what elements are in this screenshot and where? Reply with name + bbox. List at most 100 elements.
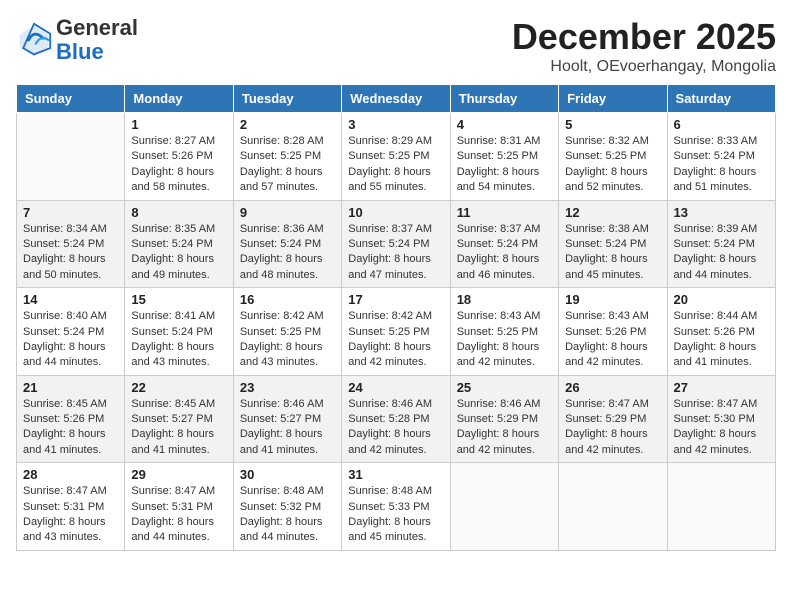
day-number: 25 bbox=[457, 380, 552, 395]
subtitle: Hoolt, OEvoerhangay, Mongolia bbox=[512, 58, 776, 76]
calendar-cell bbox=[450, 463, 558, 551]
calendar-cell: 16 Sunrise: 8:42 AM Sunset: 5:25 PM Dayli… bbox=[233, 288, 341, 376]
page-header: General Blue December 2025 Hoolt, OEvoer… bbox=[16, 16, 776, 76]
day-info: Sunrise: 8:45 AM Sunset: 5:27 PM Dayligh… bbox=[131, 397, 226, 459]
day-info: Sunrise: 8:43 AM Sunset: 5:26 PM Dayligh… bbox=[565, 309, 660, 371]
day-info: Sunrise: 8:48 AM Sunset: 5:33 PM Dayligh… bbox=[348, 484, 443, 546]
day-info: Sunrise: 8:42 AM Sunset: 5:25 PM Dayligh… bbox=[348, 309, 443, 371]
calendar-cell: 27 Sunrise: 8:47 AM Sunset: 5:30 PM Dayli… bbox=[667, 375, 775, 463]
day-number: 17 bbox=[348, 292, 443, 307]
calendar-cell: 15Sunrise: 8:41 AM Sunset: 5:24 PM Dayli… bbox=[125, 288, 233, 376]
calendar-cell: 12 Sunrise: 8:38 AM Sunset: 5:24 PM Dayli… bbox=[559, 200, 667, 288]
day-info: Sunrise: 8:46 AM Sunset: 5:28 PM Dayligh… bbox=[348, 397, 443, 459]
day-number: 4 bbox=[457, 117, 552, 132]
calendar-cell: 6 Sunrise: 8:33 AM Sunset: 5:24 PM Daylig… bbox=[667, 113, 775, 201]
calendar-week-row: 14Sunrise: 8:40 AM Sunset: 5:24 PM Dayli… bbox=[17, 288, 776, 376]
day-info: Sunrise: 8:43 AM Sunset: 5:25 PM Dayligh… bbox=[457, 309, 552, 371]
calendar-cell: 30 Sunrise: 8:48 AM Sunset: 5:32 PM Dayli… bbox=[233, 463, 341, 551]
day-info: Sunrise: 8:34 AM Sunset: 5:24 PM Dayligh… bbox=[23, 222, 118, 284]
calendar-cell bbox=[667, 463, 775, 551]
calendar-cell: 21Sunrise: 8:45 AM Sunset: 5:26 PM Dayli… bbox=[17, 375, 125, 463]
day-info: Sunrise: 8:33 AM Sunset: 5:24 PM Dayligh… bbox=[674, 134, 769, 196]
day-info: Sunrise: 8:47 AM Sunset: 5:31 PM Dayligh… bbox=[23, 484, 118, 546]
calendar-cell: 22 Sunrise: 8:45 AM Sunset: 5:27 PM Dayli… bbox=[125, 375, 233, 463]
day-number: 9 bbox=[240, 205, 335, 220]
day-info: Sunrise: 8:38 AM Sunset: 5:24 PM Dayligh… bbox=[565, 222, 660, 284]
day-info: Sunrise: 8:44 AM Sunset: 5:26 PM Dayligh… bbox=[674, 309, 769, 371]
logo-icon bbox=[16, 22, 52, 58]
calendar-cell: 14Sunrise: 8:40 AM Sunset: 5:24 PM Dayli… bbox=[17, 288, 125, 376]
day-info: Sunrise: 8:46 AM Sunset: 5:29 PM Dayligh… bbox=[457, 397, 552, 459]
calendar-cell: 1 Sunrise: 8:27 AM Sunset: 5:26 PM Daylig… bbox=[125, 113, 233, 201]
calendar-week-row: 21Sunrise: 8:45 AM Sunset: 5:26 PM Dayli… bbox=[17, 375, 776, 463]
day-number: 20 bbox=[674, 292, 769, 307]
calendar-cell: 10Sunrise: 8:37 AM Sunset: 5:24 PM Dayli… bbox=[342, 200, 450, 288]
calendar-cell: 19Sunrise: 8:43 AM Sunset: 5:26 PM Dayli… bbox=[559, 288, 667, 376]
calendar-cell bbox=[17, 113, 125, 201]
day-info: Sunrise: 8:47 AM Sunset: 5:29 PM Dayligh… bbox=[565, 397, 660, 459]
calendar-cell: 20 Sunrise: 8:44 AM Sunset: 5:26 PM Dayli… bbox=[667, 288, 775, 376]
day-number: 12 bbox=[565, 205, 660, 220]
calendar-cell: 7Sunrise: 8:34 AM Sunset: 5:24 PM Daylig… bbox=[17, 200, 125, 288]
day-number: 26 bbox=[565, 380, 660, 395]
day-number: 8 bbox=[131, 205, 226, 220]
logo-general: General bbox=[56, 15, 138, 40]
day-info: Sunrise: 8:29 AM Sunset: 5:25 PM Dayligh… bbox=[348, 134, 443, 196]
calendar-cell: 5Sunrise: 8:32 AM Sunset: 5:25 PM Daylig… bbox=[559, 113, 667, 201]
calendar-cell: 28 Sunrise: 8:47 AM Sunset: 5:31 PM Dayli… bbox=[17, 463, 125, 551]
day-info: Sunrise: 8:42 AM Sunset: 5:25 PM Dayligh… bbox=[240, 309, 335, 371]
main-title: December 2025 bbox=[512, 16, 776, 58]
day-number: 16 bbox=[240, 292, 335, 307]
day-number: 29 bbox=[131, 467, 226, 482]
day-info: Sunrise: 8:37 AM Sunset: 5:24 PM Dayligh… bbox=[457, 222, 552, 284]
day-number: 15 bbox=[131, 292, 226, 307]
calendar-cell: 9 Sunrise: 8:36 AM Sunset: 5:24 PM Daylig… bbox=[233, 200, 341, 288]
day-info: Sunrise: 8:48 AM Sunset: 5:32 PM Dayligh… bbox=[240, 484, 335, 546]
weekday-header-thursday: Thursday bbox=[450, 85, 558, 113]
day-info: Sunrise: 8:27 AM Sunset: 5:26 PM Dayligh… bbox=[131, 134, 226, 196]
day-number: 2 bbox=[240, 117, 335, 132]
calendar-cell: 24 Sunrise: 8:46 AM Sunset: 5:28 PM Dayli… bbox=[342, 375, 450, 463]
weekday-header-saturday: Saturday bbox=[667, 85, 775, 113]
day-number: 22 bbox=[131, 380, 226, 395]
day-number: 5 bbox=[565, 117, 660, 132]
day-info: Sunrise: 8:47 AM Sunset: 5:30 PM Dayligh… bbox=[674, 397, 769, 459]
calendar-cell: 29Sunrise: 8:47 AM Sunset: 5:31 PM Dayli… bbox=[125, 463, 233, 551]
calendar-cell: 13 Sunrise: 8:39 AM Sunset: 5:24 PM Dayli… bbox=[667, 200, 775, 288]
day-info: Sunrise: 8:39 AM Sunset: 5:24 PM Dayligh… bbox=[674, 222, 769, 284]
calendar-cell: 25 Sunrise: 8:46 AM Sunset: 5:29 PM Dayli… bbox=[450, 375, 558, 463]
calendar-table: SundayMondayTuesdayWednesdayThursdayFrid… bbox=[16, 84, 776, 551]
logo-blue: Blue bbox=[56, 39, 104, 64]
calendar-cell: 26 Sunrise: 8:47 AM Sunset: 5:29 PM Dayli… bbox=[559, 375, 667, 463]
weekday-header-monday: Monday bbox=[125, 85, 233, 113]
calendar-cell: 4 Sunrise: 8:31 AM Sunset: 5:25 PM Daylig… bbox=[450, 113, 558, 201]
day-number: 28 bbox=[23, 467, 118, 482]
day-number: 6 bbox=[674, 117, 769, 132]
calendar-cell bbox=[559, 463, 667, 551]
day-number: 24 bbox=[348, 380, 443, 395]
day-info: Sunrise: 8:36 AM Sunset: 5:24 PM Dayligh… bbox=[240, 222, 335, 284]
day-number: 14 bbox=[23, 292, 118, 307]
day-number: 10 bbox=[348, 205, 443, 220]
calendar-cell: 18Sunrise: 8:43 AM Sunset: 5:25 PM Dayli… bbox=[450, 288, 558, 376]
weekday-header-wednesday: Wednesday bbox=[342, 85, 450, 113]
weekday-header-sunday: Sunday bbox=[17, 85, 125, 113]
day-info: Sunrise: 8:31 AM Sunset: 5:25 PM Dayligh… bbox=[457, 134, 552, 196]
weekday-header-tuesday: Tuesday bbox=[233, 85, 341, 113]
day-info: Sunrise: 8:45 AM Sunset: 5:26 PM Dayligh… bbox=[23, 397, 118, 459]
calendar-cell: 31 Sunrise: 8:48 AM Sunset: 5:33 PM Dayli… bbox=[342, 463, 450, 551]
day-number: 27 bbox=[674, 380, 769, 395]
calendar-week-row: 1 Sunrise: 8:27 AM Sunset: 5:26 PM Daylig… bbox=[17, 113, 776, 201]
calendar-week-row: 7Sunrise: 8:34 AM Sunset: 5:24 PM Daylig… bbox=[17, 200, 776, 288]
day-number: 13 bbox=[674, 205, 769, 220]
weekday-header-friday: Friday bbox=[559, 85, 667, 113]
calendar-header-row: SundayMondayTuesdayWednesdayThursdayFrid… bbox=[17, 85, 776, 113]
calendar-cell: 23Sunrise: 8:46 AM Sunset: 5:27 PM Dayli… bbox=[233, 375, 341, 463]
day-number: 1 bbox=[131, 117, 226, 132]
day-number: 3 bbox=[348, 117, 443, 132]
day-number: 31 bbox=[348, 467, 443, 482]
calendar-cell: 2Sunrise: 8:28 AM Sunset: 5:25 PM Daylig… bbox=[233, 113, 341, 201]
day-number: 30 bbox=[240, 467, 335, 482]
day-info: Sunrise: 8:35 AM Sunset: 5:24 PM Dayligh… bbox=[131, 222, 226, 284]
title-block: December 2025 Hoolt, OEvoerhangay, Mongo… bbox=[512, 16, 776, 76]
